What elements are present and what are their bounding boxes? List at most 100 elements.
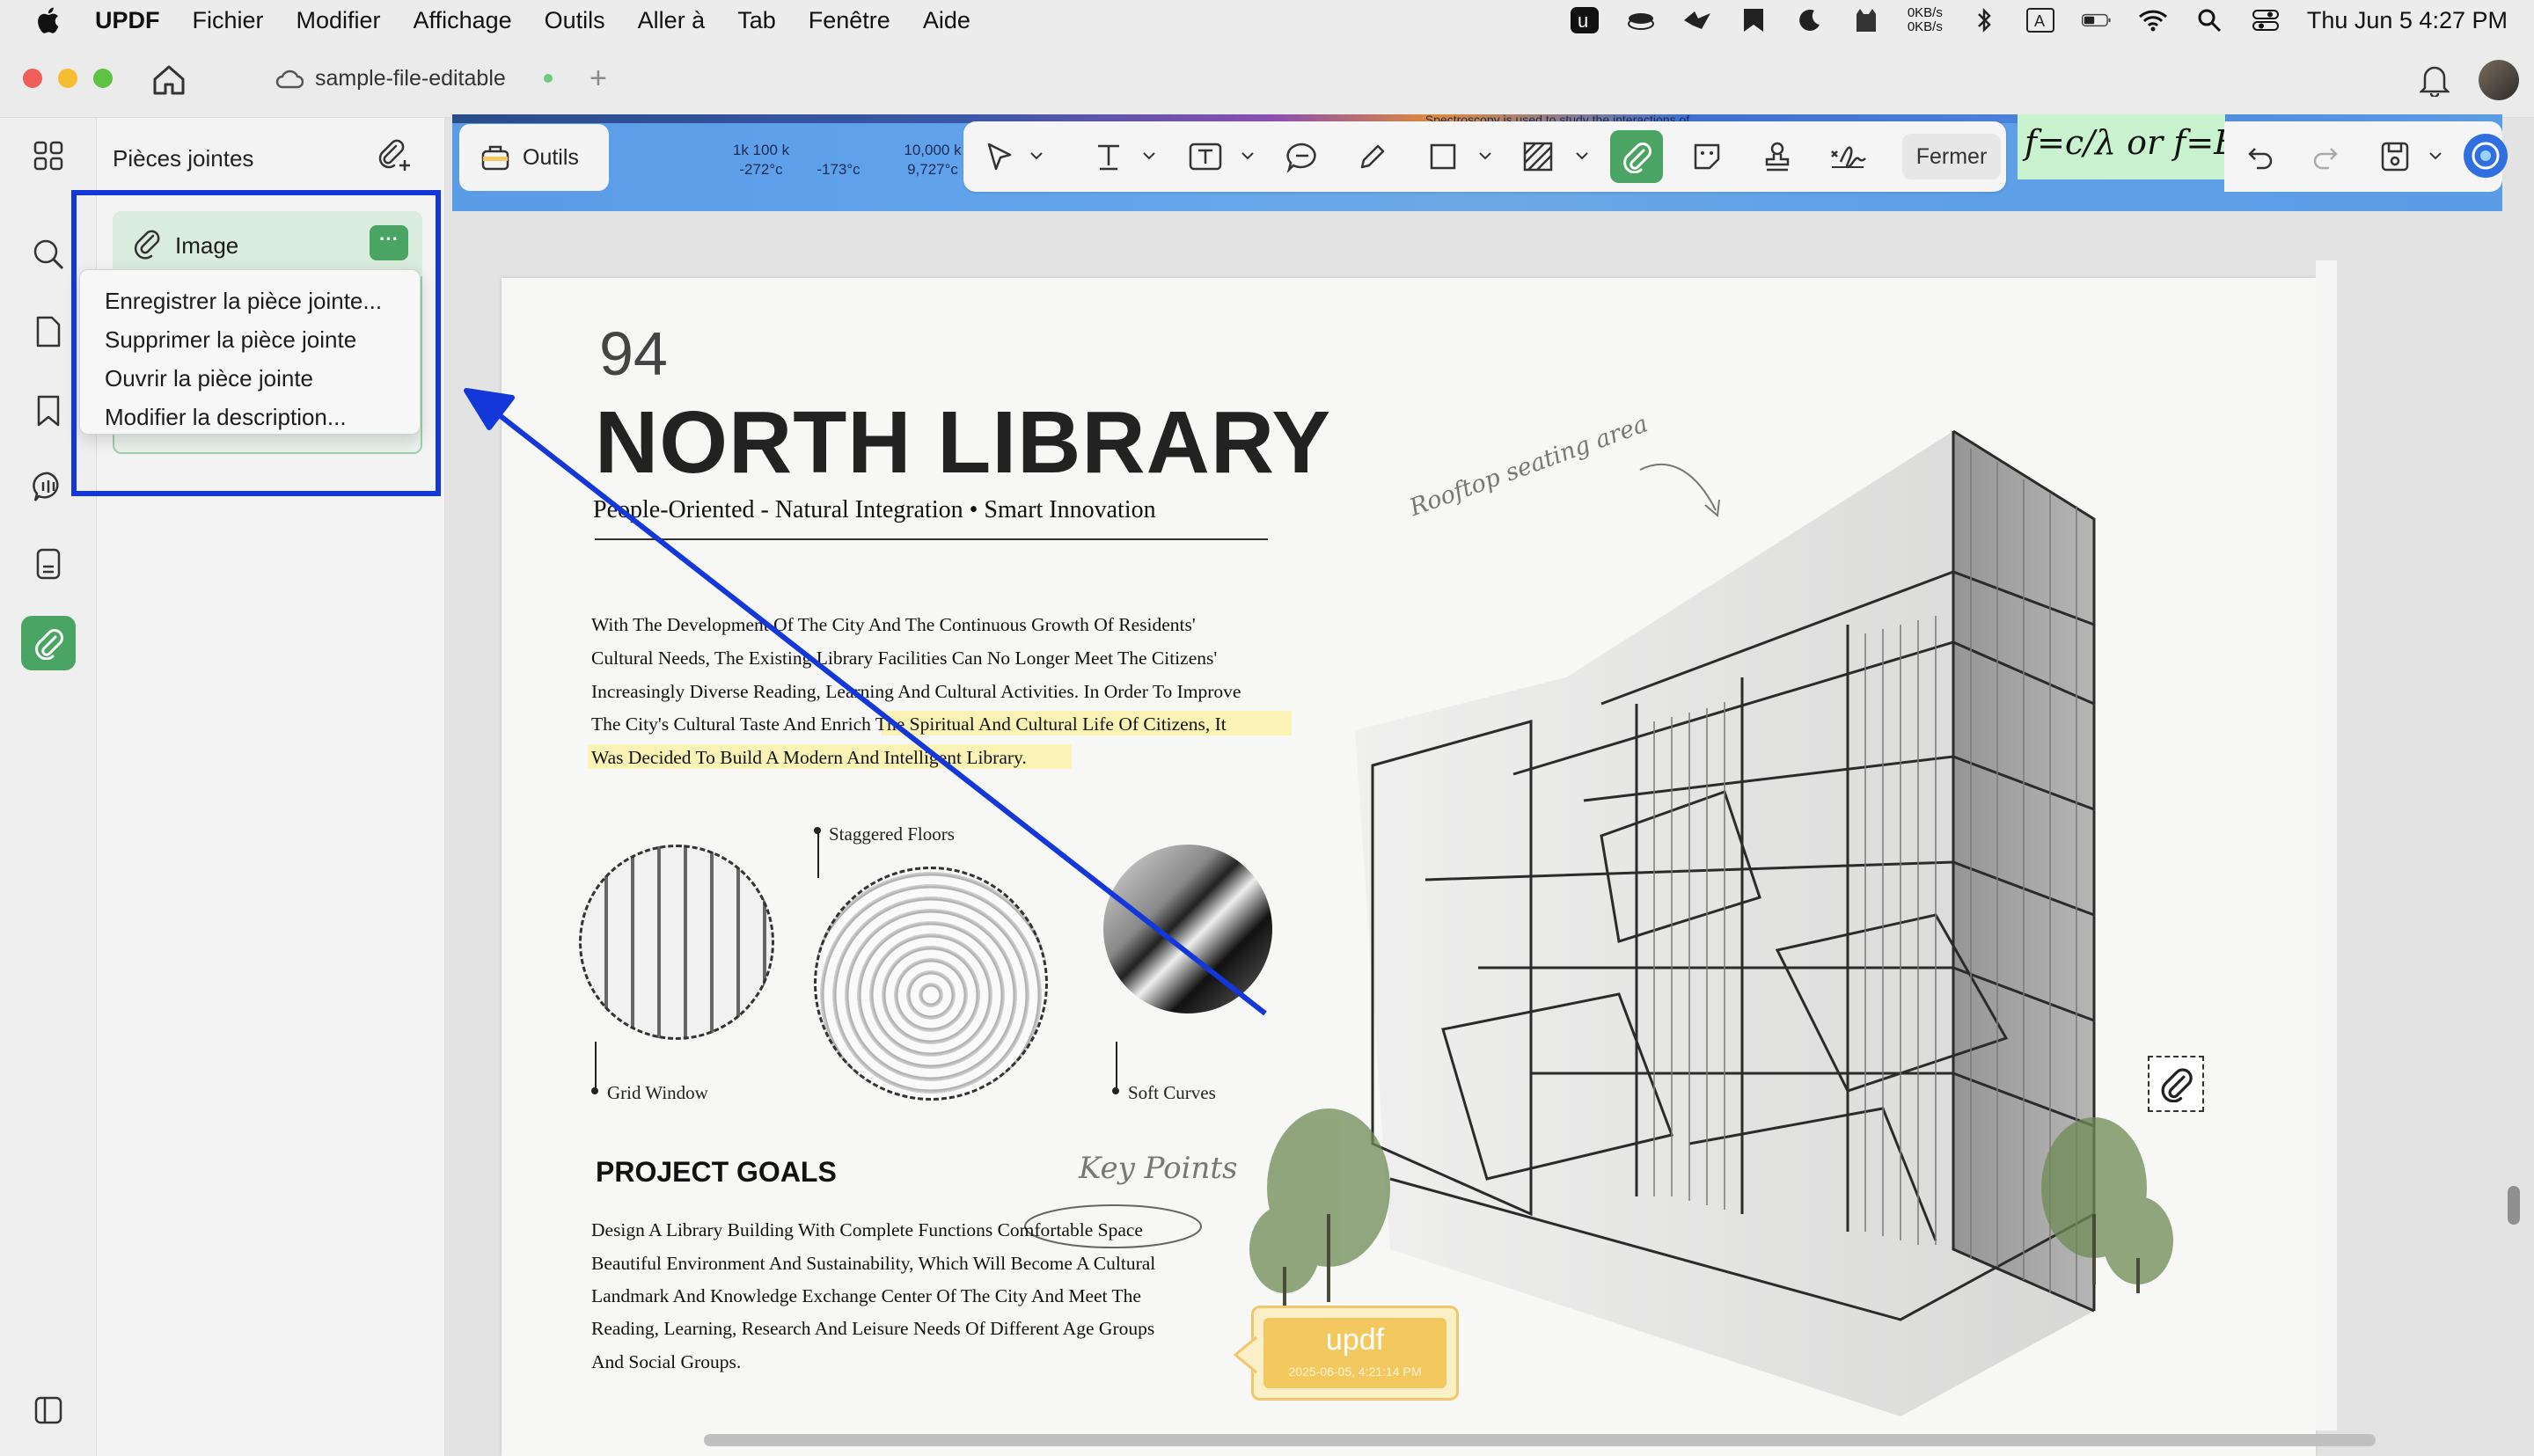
stamp-date: 2025-06-05, 4:21:14 PM <box>1288 1365 1422 1379</box>
tool-select[interactable] <box>973 130 1026 183</box>
home-icon[interactable] <box>151 63 187 97</box>
window-close-button[interactable] <box>23 69 42 88</box>
undo-button[interactable] <box>2235 130 2288 183</box>
avatar[interactable] <box>2479 60 2519 100</box>
library-building-illustration <box>1249 429 2173 1416</box>
tool-area[interactable] <box>1512 130 1564 183</box>
document-tab-title[interactable]: sample-file-editable <box>315 66 506 91</box>
apple-icon[interactable] <box>33 4 65 36</box>
svg-text:A: A <box>2034 12 2045 30</box>
bookmark-icon <box>37 395 60 427</box>
intro-line-1: With The Development Of The City And The… <box>591 614 1196 635</box>
moon-icon[interactable] <box>1795 7 1825 33</box>
page-title: NORTH LIBRARY <box>595 393 1332 492</box>
menu-fichier[interactable]: Fichier <box>193 7 264 34</box>
wifi-icon[interactable] <box>2138 7 2168 33</box>
bird-icon[interactable] <box>1682 7 1712 33</box>
signature-icon <box>1831 146 1866 169</box>
rail-form-button[interactable] <box>21 537 76 591</box>
rail-sidebar-toggle-button[interactable] <box>21 1383 76 1438</box>
key-points-script: Key Points <box>1079 1151 1238 1186</box>
rail-comments-button[interactable] <box>21 459 76 514</box>
close-tools-button[interactable]: Fermer <box>1902 134 2001 179</box>
search-icon <box>33 239 64 270</box>
caption-staggered-floors: Staggered Floors <box>829 823 955 845</box>
staggered-pin-line <box>817 830 819 878</box>
menu-clock[interactable]: Thu Jun 5 4:27 PM <box>2307 7 2508 34</box>
staggered-pin-dot <box>814 827 821 834</box>
add-attachment-icon[interactable] <box>377 137 412 172</box>
updf-status-icon[interactable]: u <box>1570 7 1600 33</box>
bluetooth-icon[interactable] <box>1969 7 1999 33</box>
horizontal-scrollbar[interactable] <box>704 1434 2376 1446</box>
bookmark-ribbon-icon[interactable] <box>1739 7 1769 33</box>
window-zoom-button[interactable] <box>93 69 113 88</box>
soft-curves-photo <box>1103 845 1272 1013</box>
bell-icon[interactable] <box>2420 62 2450 97</box>
tool-note[interactable] <box>1276 130 1329 183</box>
tool-attachment[interactable] <box>1610 130 1663 183</box>
rail-bookmarks-button[interactable] <box>21 384 76 438</box>
menu-aide[interactable]: Aide <box>923 7 970 34</box>
save-button[interactable] <box>2369 130 2421 183</box>
tool-shape-chevron-icon[interactable] <box>1478 150 1492 165</box>
rail-thumbnails-button[interactable] <box>21 128 76 183</box>
menu-outils[interactable]: Outils <box>545 7 605 34</box>
intro-line-2: Cultural Needs, The Existing Library Fac… <box>591 648 1218 669</box>
ai-logo-icon <box>2472 142 2500 170</box>
menu-modifier[interactable]: Modifier <box>297 7 381 34</box>
rail-attachments-button[interactable] <box>21 616 76 670</box>
soft-pin-dot <box>1112 1087 1119 1094</box>
tool-select-chevron-icon[interactable] <box>1029 150 1044 165</box>
window-minimize-button[interactable] <box>58 69 77 88</box>
grid-pin-dot <box>591 1087 598 1094</box>
tool-textbox[interactable] <box>1179 130 1232 183</box>
new-tab-button[interactable]: + <box>590 62 607 96</box>
control-center-icon[interactable] <box>2251 7 2281 33</box>
goals-line-5: And Social Groups. <box>591 1351 742 1372</box>
menu-affichage[interactable]: Affichage <box>414 7 512 34</box>
battery-icon[interactable] <box>2081 7 2112 33</box>
save-chevron-icon[interactable] <box>2428 150 2442 165</box>
tool-signature[interactable] <box>1821 130 1874 183</box>
attachment-marker-on-page[interactable] <box>2148 1056 2204 1112</box>
comment-icon <box>33 472 59 501</box>
strip-label-b: -173°c <box>817 161 861 178</box>
caption-soft-curves: Soft Curves <box>1128 1082 1216 1103</box>
note-bubble-icon <box>1286 143 1316 172</box>
redo-button[interactable] <box>2298 130 2351 183</box>
tools-button[interactable]: Outils <box>459 124 609 191</box>
menu-bar: UPDF Fichier Modifier Affichage Outils A… <box>0 0 2534 40</box>
page-number-heading: 94 <box>599 319 668 388</box>
page-icon <box>36 316 61 348</box>
tool-text[interactable] <box>1082 130 1135 183</box>
strip-label-a-top: 1k 100 k <box>732 142 790 158</box>
goals-line-2: Beautiful Environment And Sustainability… <box>591 1253 1156 1274</box>
stamp-title: updf <box>1325 1323 1385 1357</box>
cloud-stack-icon[interactable] <box>1626 7 1656 33</box>
menu-fenetre[interactable]: Fenêtre <box>809 7 890 34</box>
menu-app-name[interactable]: UPDF <box>95 7 160 34</box>
status-area: u 0KB/s 0KB/s A Thu Jun 5 4:27 PM <box>1570 0 2508 40</box>
rail-search-button[interactable] <box>21 227 76 282</box>
caption-grid-window: Grid Window <box>607 1082 708 1103</box>
vertical-scrollbar[interactable] <box>2508 1186 2520 1225</box>
tool-sticker[interactable] <box>1681 130 1733 183</box>
rail-pages-button[interactable] <box>21 304 76 359</box>
menu-tab[interactable]: Tab <box>737 7 776 34</box>
input-source-icon[interactable]: A <box>2025 7 2055 33</box>
tool-stamp[interactable] <box>1751 130 1804 183</box>
rectangle-icon <box>1430 143 1456 170</box>
tool-text-chevron-icon[interactable] <box>1142 150 1156 165</box>
ai-assistant-button[interactable] <box>2464 134 2508 178</box>
net-down: 0KB/s <box>1907 19 1943 34</box>
menu-aller-a[interactable]: Aller à <box>638 7 706 34</box>
spotlight-search-icon[interactable] <box>2194 7 2224 33</box>
sidebar-toggle-icon <box>34 1396 62 1424</box>
cat-icon[interactable] <box>1851 7 1881 33</box>
tool-area-chevron-icon[interactable] <box>1575 150 1589 165</box>
tool-shape[interactable] <box>1417 130 1469 183</box>
strip-label-c-bottom: 9,727°c <box>907 161 958 178</box>
tool-textbox-chevron-icon[interactable] <box>1241 150 1255 165</box>
tool-pencil[interactable] <box>1346 130 1399 183</box>
